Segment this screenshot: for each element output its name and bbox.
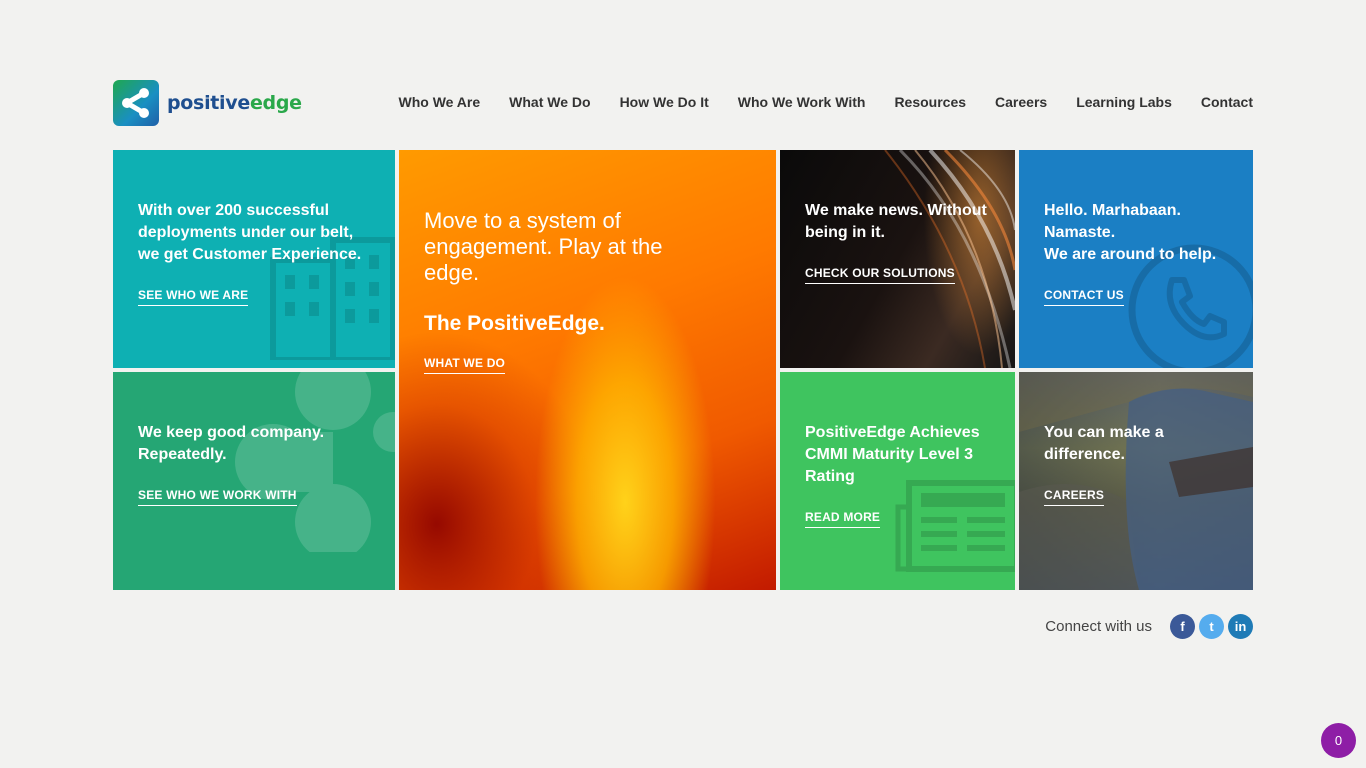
tile-cmmi-text: PositiveEdge Achieves CMMI Maturity Leve… [805,424,980,485]
tile-who-we-work-with[interactable]: We keep good company. Repeatedly. SEE WH… [113,372,395,590]
see-who-we-work-with-link[interactable]: SEE WHO WE WORK WITH [138,488,297,506]
brand-name: positiveedge [167,92,302,114]
brand-name-part1: positive [167,92,250,114]
tile-contact-text-2: We are around to help. [1044,246,1217,263]
nav-resources[interactable]: Resources [894,94,966,110]
tile-careers[interactable]: You can make a difference. CAREERS [1019,372,1253,590]
tile-who-we-are-text: With over 200 successful deployments und… [138,202,362,263]
contact-us-link[interactable]: CONTACT US [1044,288,1124,306]
twitter-icon[interactable]: t [1199,614,1224,639]
nav-learning-labs[interactable]: Learning Labs [1076,94,1172,110]
check-our-solutions-link[interactable]: CHECK OUR SOLUTIONS [805,266,955,284]
linkedin-icon[interactable]: in [1228,614,1253,639]
nav-careers[interactable]: Careers [995,94,1047,110]
social-connect: Connect with us f t in [1045,614,1253,639]
nav-who-we-are[interactable]: Who We Are [398,94,480,110]
facebook-icon[interactable]: f [1170,614,1195,639]
tile-cmmi[interactable]: PositiveEdge Achieves CMMI Maturity Leve… [780,372,1015,590]
tile-contact-text-1: Hello. Marhabaan. Namaste. [1044,202,1181,241]
hero-subtitle: The PositiveEdge. [424,312,605,335]
connect-label: Connect with us [1045,618,1152,635]
hero-title: Move to a system of engagement. Play at … [424,208,663,285]
main-nav: Who We Are What We Do How We Do It Who W… [369,94,1253,110]
feature-grid: With over 200 successful deployments und… [113,150,1253,590]
nav-who-we-work-with[interactable]: Who We Work With [738,94,866,110]
logo-mark-icon [113,80,159,126]
nav-how-we-do-it[interactable]: How We Do It [620,94,709,110]
see-who-we-are-link[interactable]: SEE WHO WE ARE [138,288,249,306]
careers-link[interactable]: CAREERS [1044,488,1105,506]
nav-contact[interactable]: Contact [1201,94,1253,110]
tile-careers-text: You can make a difference. [1044,424,1164,463]
nav-what-we-do[interactable]: What We Do [509,94,590,110]
tile-hero[interactable]: Move to a system of engagement. Play at … [399,150,776,590]
read-more-link[interactable]: READ MORE [805,510,881,528]
tile-news[interactable]: We make news. Without being in it. CHECK… [780,150,1015,368]
site-header: positiveedge Who We Are What We Do How W… [113,78,1253,128]
brand-name-part2: edge [249,92,302,114]
brand-logo[interactable]: positiveedge [113,80,302,126]
tile-who-we-are[interactable]: With over 200 successful deployments und… [113,150,395,368]
tile-work-with-text: We keep good company. Repeatedly. [138,424,325,463]
tile-contact[interactable]: Hello. Marhabaan. Namaste. We are around… [1019,150,1253,368]
notification-badge[interactable]: 0 [1321,723,1356,758]
tile-news-text: We make news. Without being in it. [805,202,987,241]
what-we-do-link[interactable]: WHAT WE DO [424,356,506,374]
